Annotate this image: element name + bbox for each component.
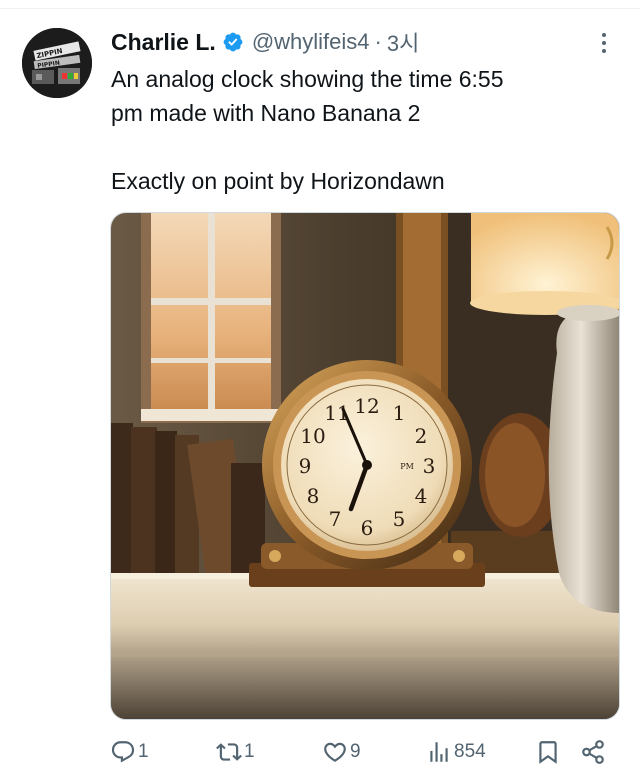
tweet-media-image[interactable]: 12 1 2 3 4 5 6 7 8 9 10 11 PM <box>110 212 620 720</box>
share-icon <box>582 740 604 764</box>
like-button[interactable]: 9 <box>322 734 361 770</box>
clock-numeral-5: 5 <box>393 507 406 531</box>
clock-numeral-9: 9 <box>299 454 312 478</box>
clock-scene-image: 12 1 2 3 4 5 6 7 8 9 10 11 PM <box>111 213 619 719</box>
clock-pm-label: PM <box>400 462 414 471</box>
views-count: 854 <box>454 741 486 762</box>
avatar-logo-image: ZIPPIN PIPPIN <box>22 28 92 98</box>
repost-icon <box>216 743 242 761</box>
clock-numeral-4: 4 <box>415 484 428 508</box>
clock-numeral-7: 7 <box>329 507 342 531</box>
reply-icon <box>111 741 135 763</box>
tweet-text-line-3: Exactly on point by Horizondawn <box>111 168 445 194</box>
reply-count: 1 <box>138 741 149 762</box>
more-icon[interactable] <box>594 30 614 56</box>
views-button[interactable]: 854 <box>426 734 486 770</box>
separator-dot: · <box>374 29 382 54</box>
clock-numeral-6: 6 <box>361 516 374 540</box>
views-icon <box>430 742 448 762</box>
clock-numeral-10: 10 <box>300 424 325 448</box>
repost-count: 1 <box>244 741 255 762</box>
clock-numeral-12: 12 <box>354 394 379 418</box>
like-count: 9 <box>350 741 361 762</box>
bookmark-button[interactable] <box>535 734 561 770</box>
tweet-text: An analog clock showing the time 6:55 pm… <box>111 62 611 198</box>
verified-badge-icon <box>222 31 244 53</box>
clock-numeral-1: 1 <box>393 401 406 425</box>
share-button[interactable] <box>580 734 606 770</box>
reply-button[interactable]: 1 <box>110 734 149 770</box>
clock-numeral-3: 3 <box>423 454 436 478</box>
post-time[interactable]: 3시 <box>387 26 419 58</box>
clock-numeral-8: 8 <box>307 484 320 508</box>
like-icon <box>324 742 346 762</box>
tweet-text-line-2: pm made with Nano Banana 2 <box>111 100 421 126</box>
avatar[interactable]: ZIPPIN PIPPIN <box>22 28 92 98</box>
tweet-header: Charlie L. @whylifeis4 · 3시 <box>111 26 419 58</box>
repost-button[interactable]: 1 <box>216 734 255 770</box>
clock-numeral-2: 2 <box>415 424 428 448</box>
bookmark-icon <box>539 741 557 764</box>
top-divider <box>0 8 640 9</box>
tweet-text-line-1: An analog clock showing the time 6:55 <box>111 66 504 92</box>
action-bar: 1 1 9 854 <box>110 734 620 770</box>
author-name[interactable]: Charlie L. <box>111 29 216 56</box>
author-handle[interactable]: @whylifeis4 <box>252 29 370 55</box>
